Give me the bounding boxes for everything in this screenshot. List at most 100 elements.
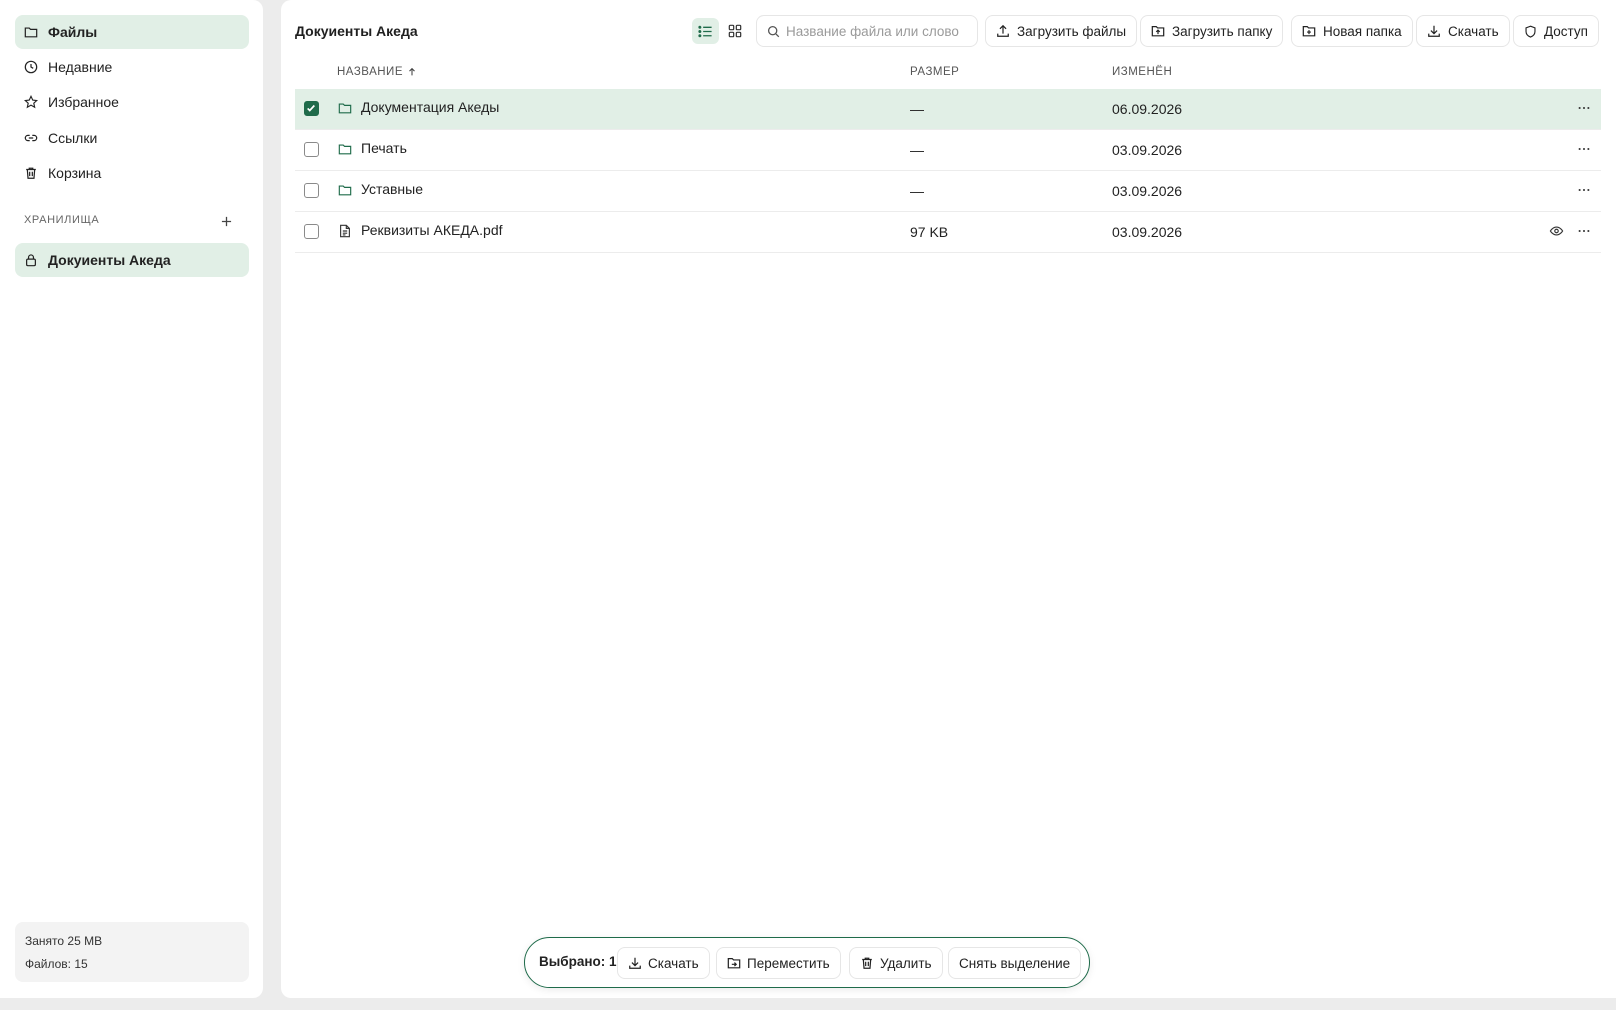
sidebar-item-files[interactable]: Файлы [15,15,249,49]
upload-icon [997,24,1009,37]
sidebar-item-favorites[interactable]: Избранное [15,85,249,119]
upload-folder-label: Загрузить папку [1172,23,1273,39]
column-modified-header[interactable]: ИЗМЕНЁН [1112,66,1172,78]
selection-download-button[interactable]: Скачать [617,947,710,979]
sidebar-item-label: Избранное [48,94,119,110]
row-size: — [910,183,924,199]
folder-icon [338,185,352,196]
row-size: — [910,101,924,117]
grid-icon [728,24,741,38]
sidebar: Файлы Недавние Избранное Ссылки Корзина … [0,0,263,998]
link-icon [24,134,38,142]
column-modified-label: ИЗМЕНЁН [1112,66,1173,78]
more-options-icon[interactable] [1577,101,1591,115]
sidebar-item-label: Ссылки [48,130,98,146]
more-options-icon[interactable] [1577,142,1591,156]
table-row[interactable]: Уставные — 03.09.2026 [295,171,1601,212]
search-input[interactable] [786,23,966,39]
row-modified: 03.09.2026 [1112,142,1183,158]
sidebar-item-label: Недавние [48,59,113,75]
download-label: Скачать [1448,23,1499,39]
sidebar-item-trash[interactable]: Корзина [15,156,249,190]
search-icon [767,25,780,37]
more-options-icon[interactable] [1577,183,1591,197]
sidebar-item-label: Докуиенты Акеда [48,252,171,268]
row-checkbox[interactable] [304,101,319,116]
new-folder-label: Новая папка [1323,23,1402,39]
download-button[interactable]: Скачать [1416,15,1510,47]
folder-plus-icon [1302,26,1316,37]
sidebar-item-recent[interactable]: Недавние [15,50,249,84]
grid-view-button[interactable] [721,18,748,44]
folder-icon [338,144,352,155]
folder-move-icon [727,958,741,969]
row-modified: 03.09.2026 [1112,183,1183,199]
table-row[interactable]: Печать — 03.09.2026 [295,130,1601,171]
row-modified: 06.09.2026 [1112,101,1183,117]
file-document-icon [340,224,350,238]
deselect-label: Снять выделение [959,955,1071,971]
upload-files-label: Загрузить файлы [1017,23,1127,39]
move-button[interactable]: Переместить [716,947,841,979]
more-options-icon[interactable] [1577,224,1591,238]
check-icon [307,104,315,112]
search-box [756,15,978,47]
row-checkbox[interactable] [304,142,319,157]
table-header: НАЗВАНИЕ РАЗМЕР ИЗМЕНЁН [295,62,1601,90]
lock-icon [26,254,36,267]
access-label: Доступ [1544,23,1588,39]
storage-file-count: Файлов: 15 [25,957,88,971]
upload-files-button[interactable]: Загрузить файлы [985,15,1138,47]
sidebar-item-label: Корзина [48,165,102,181]
row-name[interactable]: Уставные [361,181,423,197]
view-toggle [690,16,750,46]
new-folder-button[interactable]: Новая папка [1291,15,1413,47]
row-modified: 03.09.2026 [1112,224,1183,240]
access-button[interactable]: Доступ [1513,15,1599,47]
trash-icon [26,167,36,179]
sidebar-storage-item[interactable]: Докуиенты Акеда [15,243,249,277]
folder-icon [24,27,38,38]
row-name[interactable]: Реквизиты АКЕДА.pdf [361,222,503,238]
main-panel: Докуиенты Акеда Загрузить файлы Загрузит… [281,0,1616,998]
storage-usage-box: Занято 25 MB Файлов: 15 [15,922,249,982]
move-label: Переместить [747,955,830,971]
trash-icon [862,957,872,969]
row-size: — [910,142,924,158]
download-icon [1428,25,1440,37]
add-storage-button[interactable] [218,213,234,229]
list-icon [698,25,712,37]
row-checkbox[interactable] [304,183,319,198]
shield-icon [1525,25,1536,38]
upload-folder-button[interactable]: Загрузить папку [1140,15,1284,47]
storage-used: Занято 25 MB [25,934,103,948]
row-name[interactable]: Документация Акеды [361,99,499,115]
table-row[interactable]: Документация Акеды — 06.09.2026 [295,89,1601,130]
sort-ascending-icon [409,67,415,76]
row-checkbox[interactable] [304,224,319,239]
selection-download-label: Скачать [648,955,699,971]
delete-label: Удалить [880,955,932,971]
download-icon [629,957,641,969]
star-icon [24,95,38,109]
sidebar-item-label: Файлы [48,24,98,40]
storages-section-title: ХРАНИЛИЩА [24,214,100,226]
clock-icon [24,60,38,74]
sidebar-item-links[interactable]: Ссылки [15,121,249,155]
column-name-header[interactable]: НАЗВАНИЕ [337,66,417,78]
column-size-header[interactable]: РАЗМЕР [910,66,959,78]
delete-button[interactable]: Удалить [849,947,943,979]
row-name[interactable]: Печать [361,140,407,156]
table-row[interactable]: Реквизиты АКЕДА.pdf 97 KB 03.09.2026 [295,212,1601,253]
selection-bar: Выбрано: 1 Скачать Переместить Удалить С… [524,937,1090,988]
eye-icon[interactable] [1549,224,1564,238]
row-size: 97 KB [910,224,949,240]
plus-icon [221,216,231,226]
list-view-button[interactable] [692,18,719,44]
folder-icon [338,103,352,114]
deselect-button[interactable]: Снять выделение [948,947,1082,979]
selection-count: Выбрано: 1 [539,954,617,969]
page-title: Докуиенты Акеда [295,23,418,39]
folder-upload-icon [1151,26,1165,37]
column-name-label: НАЗВАНИЕ [337,66,403,78]
